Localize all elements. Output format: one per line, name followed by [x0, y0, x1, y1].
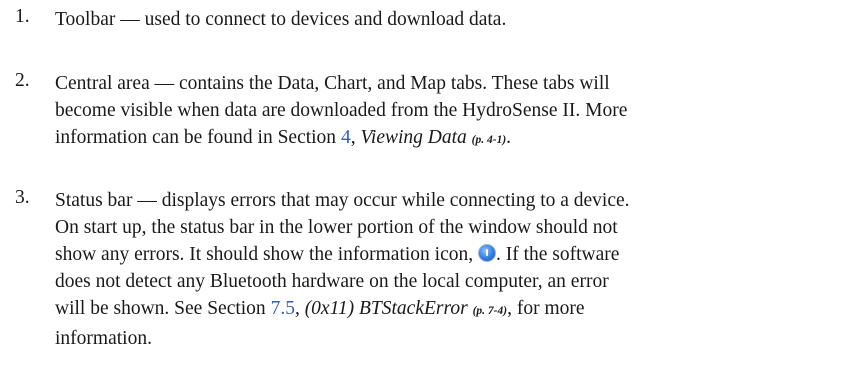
text-segment: show any errors. It should show the info… — [55, 244, 478, 265]
text-segment: , — [294, 298, 305, 319]
text-segment: . — [506, 127, 512, 148]
page-reference: (p. 7-4) — [472, 305, 508, 317]
section-title: (0x11) BTStackError — [304, 298, 468, 319]
section-link[interactable]: 4 — [341, 127, 351, 148]
section-link[interactable]: 7.5 — [271, 298, 295, 319]
list-number: 3. — [15, 187, 30, 208]
text-segment: , for more — [507, 298, 585, 319]
list-text: Toolbar — used to connect to devices and… — [55, 6, 855, 33]
page-reference: (p. 4-1) — [471, 134, 507, 146]
list-text: Status bar — displays errors that may oc… — [55, 187, 855, 352]
section-title: Viewing Data — [360, 127, 467, 148]
text-line: On start up, the status bar in the lower… — [55, 217, 618, 238]
text-segment: . If the software — [495, 244, 620, 265]
text-segment: information can be found in Section — [55, 127, 341, 148]
text-segment: , — [350, 127, 361, 148]
text-line: show any errors. It should show the info… — [55, 241, 855, 268]
text-line: does not detect any Bluetooth hardware o… — [55, 271, 609, 292]
text-line: Central area — contains the Data, Chart,… — [55, 73, 610, 94]
text-line: Toolbar — used to connect to devices and… — [55, 9, 507, 30]
text-line: information. — [55, 328, 152, 349]
text-line: will be shown. See Section 7.5, (0x11) B… — [55, 295, 855, 325]
text-line: information can be found in Section 4, V… — [55, 124, 855, 154]
text-line: Status bar — displays errors that may oc… — [55, 190, 630, 211]
list-number: 1. — [15, 6, 30, 27]
list-text: Central area — contains the Data, Chart,… — [55, 70, 855, 154]
text-line: become visible when data are downloaded … — [55, 100, 628, 121]
list-number: 2. — [15, 70, 30, 91]
text-segment: will be shown. See Section — [55, 298, 271, 319]
information-icon — [477, 244, 496, 262]
